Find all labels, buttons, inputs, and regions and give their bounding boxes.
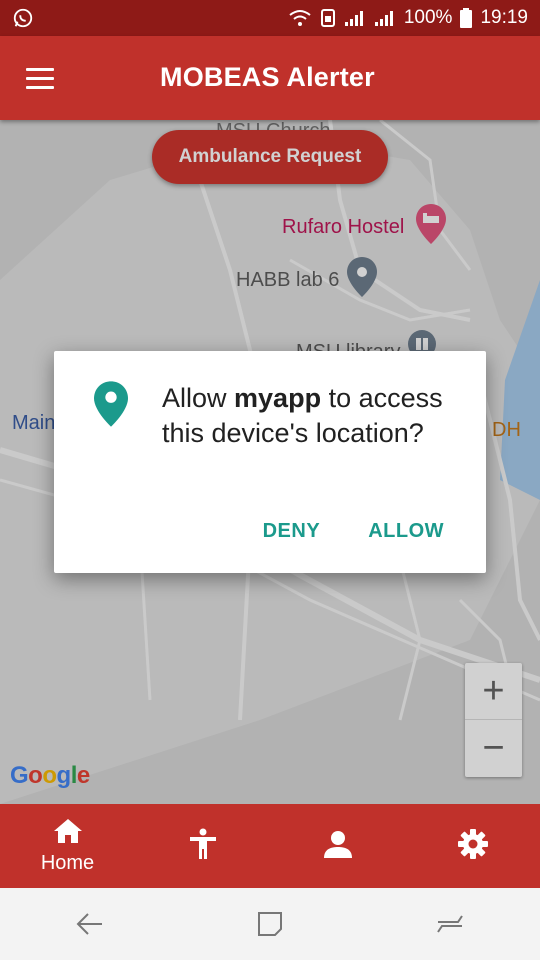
nav-item-home[interactable]: Home [0, 804, 135, 888]
location-pin-icon [94, 381, 128, 432]
switch-icon[interactable] [420, 894, 480, 954]
sim-icon [320, 8, 336, 28]
system-nav-bar [0, 888, 540, 960]
nav-label-home: Home [40, 852, 95, 874]
accessibility-icon [188, 828, 218, 865]
bottom-nav: Home [0, 804, 540, 888]
app-bar: MOBEAS Alerter [0, 36, 540, 120]
signal-icon [374, 9, 396, 27]
allow-button[interactable]: ALLOW [368, 520, 444, 543]
nav-item-accessibility[interactable] [135, 804, 270, 888]
battery-icon [460, 8, 473, 28]
clock: 19:19 [480, 7, 528, 28]
nav-item-settings[interactable] [405, 804, 540, 888]
dialog-message: Allow myapp to access this device's loca… [162, 383, 443, 448]
signal-icon [344, 9, 366, 27]
status-bar: 100% 19:19 [0, 0, 540, 36]
person-icon [323, 830, 352, 863]
whatsapp-icon [12, 7, 34, 29]
battery-text: 100% [403, 7, 453, 28]
deny-button[interactable]: DENY [263, 520, 321, 543]
wifi-icon [288, 8, 312, 28]
location-permission-dialog: Allow myapp to access this device's loca… [54, 351, 486, 573]
nav-item-profile[interactable] [270, 804, 405, 888]
settings-icon [457, 828, 488, 864]
app-title: MOBEAS Alerter [160, 62, 375, 92]
dialog-app-name: myapp [234, 383, 322, 413]
recents-icon[interactable] [240, 894, 300, 954]
back-icon[interactable] [60, 894, 120, 954]
home-icon [52, 817, 84, 850]
hamburger-menu-icon[interactable] [26, 62, 58, 94]
